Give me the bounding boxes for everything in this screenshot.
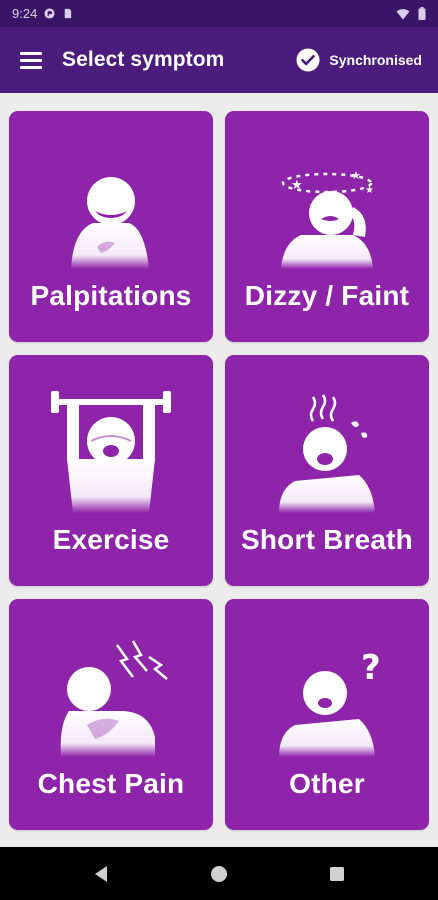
circle-app-icon — [44, 8, 55, 19]
symptom-label: Palpitations — [30, 280, 192, 311]
hamburger-menu-icon[interactable] — [20, 48, 44, 72]
symptom-label: Chest Pain — [37, 768, 185, 799]
svg-text:?: ? — [361, 648, 381, 688]
app-bar: Select symptom Synchronised — [0, 27, 438, 93]
svg-text:★: ★ — [291, 178, 303, 193]
sync-status: Synchronised — [296, 48, 422, 72]
svg-text:★: ★ — [365, 185, 374, 196]
status-bar: 9:24 — [0, 0, 438, 27]
symptom-label: Exercise — [52, 524, 170, 555]
status-time: 9:24 — [12, 6, 38, 21]
sd-card-icon — [65, 8, 72, 19]
symptom-label: Short Breath — [241, 524, 413, 555]
symptom-grid: Palpitations ★ ★ ★ Dizzy / Faint Exercis… — [0, 93, 438, 847]
symptom-label: Other — [289, 768, 365, 799]
page-title: Select symptom — [62, 48, 225, 71]
symptom-tile-palpitations[interactable]: Palpitations — [9, 111, 213, 342]
symptom-tile-other[interactable]: ? Other — [225, 599, 429, 830]
home-icon[interactable] — [208, 863, 230, 885]
other-icon: ? — [279, 648, 381, 757]
sync-label: Synchronised — [329, 52, 422, 68]
wifi-icon — [396, 8, 410, 19]
chest-pain-icon — [60, 640, 168, 757]
check-circle-icon — [296, 48, 320, 72]
symptom-tile-short-breath[interactable]: Short Breath — [225, 355, 429, 586]
symptom-tile-chest-pain[interactable]: Chest Pain — [9, 599, 213, 830]
short-breath-icon — [279, 394, 375, 513]
exercise-icon — [51, 391, 171, 513]
back-icon[interactable] — [90, 863, 112, 885]
svg-text:★: ★ — [351, 169, 361, 182]
battery-icon — [418, 7, 426, 20]
symptom-tile-exercise[interactable]: Exercise — [9, 355, 213, 586]
recents-icon[interactable] — [326, 863, 348, 885]
symptom-tile-dizzy-faint[interactable]: ★ ★ ★ Dizzy / Faint — [225, 111, 429, 342]
dizzy-faint-icon: ★ ★ ★ — [281, 169, 374, 269]
system-nav-bar — [0, 847, 438, 900]
palpitations-icon — [71, 177, 149, 269]
symptom-label: Dizzy / Faint — [244, 280, 410, 311]
